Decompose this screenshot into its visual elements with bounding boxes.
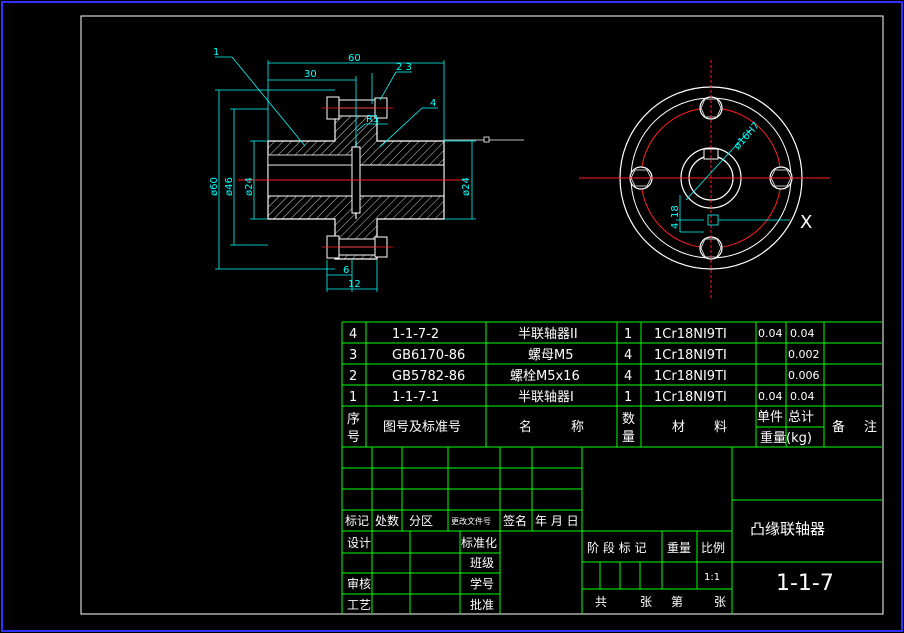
row3-name: 螺母M5 (528, 348, 574, 363)
tb-standard: 标准化 (461, 536, 497, 550)
dim-60-dia-label: ø60 (209, 177, 220, 196)
parts-rows: 4 1-1-7-2 半联轴器II 1 1Cr18NI9TI 0.04 0.04 … (349, 327, 820, 405)
tb-scale-value: 1:1 (704, 572, 720, 583)
cad-drawing-canvas: 1 60 30 2 3 R1 4 ø46 ø60 ø24 ø24 6 12 ø1… (1, 1, 903, 632)
dim-24-left-label: ø24 (244, 177, 255, 196)
section-x-label: X (800, 212, 812, 233)
tb-sheet-no: 第 (671, 595, 683, 609)
header-total: 总计 (788, 410, 814, 425)
row1-qty: 1 (624, 390, 632, 405)
tb-count: 处数 (375, 513, 399, 528)
tb-sheet-unit: 张 (714, 595, 726, 609)
row4-code: 1-1-7-2 (392, 327, 439, 342)
dim-60-label: 60 (348, 53, 361, 64)
header-name-1: 名 (519, 419, 532, 435)
row4-total: 0.04 (790, 327, 815, 340)
drawing-title: 凸缘联轴器 (750, 520, 825, 538)
row3-total: 0.002 (788, 348, 820, 361)
tb-stage-mark: 阶 段 标 记 (587, 540, 646, 555)
tb-sheets-total: 共 (595, 595, 607, 609)
header-mat-1: 材 (672, 420, 685, 435)
tb-change-doc: 更改文件号 (451, 516, 491, 526)
header-weight: 重量(kg) (760, 430, 812, 446)
header-name-2: 称 (571, 420, 584, 435)
tb-weight: 重量 (667, 541, 691, 555)
tb-sheets-unit: 张 (640, 595, 652, 609)
key-18-label: 18 (670, 205, 681, 218)
header-qty-1: 数 (622, 412, 635, 427)
row4-material: 1Cr18NI9TI (654, 327, 727, 342)
row4-no: 4 (349, 327, 357, 342)
tb-sign: 签名 (503, 513, 527, 528)
row2-code: GB5782-86 (392, 369, 465, 384)
key-4-label: 4 (670, 223, 681, 229)
dim-46-label: ø46 (224, 177, 235, 196)
dim-30-label: 30 (304, 69, 317, 80)
tb-student-no: 学号 (470, 576, 494, 591)
leader-1-label: 1 (213, 47, 219, 58)
dim-6-label: 6 (343, 265, 349, 276)
row2-material: 1Cr18NI9TI (654, 369, 727, 384)
row1-total: 0.04 (790, 390, 815, 403)
row3-qty: 4 (624, 348, 632, 363)
title-block: 标记 处数 分区 更改文件号 签名 年 月 日 设计 标准化 班级 审核 学号 … (342, 447, 882, 614)
tb-scale: 比例 (701, 541, 725, 555)
header-mat-2: 料 (714, 420, 727, 435)
row1-unit: 0.04 (758, 390, 783, 403)
row4-name: 半联轴器II (518, 327, 578, 342)
row1-no: 1 (349, 390, 357, 405)
row3-no: 3 (349, 348, 357, 363)
tb-mark: 标记 (345, 514, 369, 528)
row4-unit: 0.04 (758, 327, 783, 340)
row1-material: 1Cr18NI9TI (654, 390, 727, 405)
parts-header: 序 号 图号及标准号 名 称 数 量 材 料 单件 总计 重量(kg) 备 注 (347, 410, 877, 446)
tb-process: 工艺 (347, 598, 371, 612)
tb-approve: 批准 (470, 597, 494, 612)
header-unit: 单件 (757, 410, 783, 425)
row4-qty: 1 (624, 327, 632, 342)
bore-16h7-label: ø16H7 (732, 120, 762, 152)
row2-qty: 4 (624, 369, 632, 384)
row2-total: 0.006 (788, 369, 820, 382)
header-remark-1: 备 (832, 419, 845, 435)
tb-zone: 分区 (409, 514, 433, 528)
leader-23-label: 2 3 (396, 62, 412, 73)
end-view: ø16H7 18 4 X (579, 60, 830, 300)
row1-name: 半联轴器I (518, 390, 574, 405)
row2-no: 2 (349, 369, 357, 384)
radius-r1-label: R1 (366, 114, 379, 125)
tb-date: 年 月 日 (535, 514, 579, 528)
leader-4-label: 4 (430, 98, 436, 109)
row1-code: 1-1-7-1 (392, 390, 439, 405)
row3-material: 1Cr18NI9TI (654, 348, 727, 363)
tb-design: 设计 (347, 536, 371, 550)
section-view: 1 60 30 2 3 R1 4 ø46 ø60 ø24 ø24 6 12 (209, 47, 524, 292)
header-qty-2: 量 (622, 430, 635, 445)
row3-code: GB6170-86 (392, 348, 465, 363)
header-no-1: 序 (347, 412, 360, 427)
header-code: 图号及标准号 (383, 420, 461, 435)
header-no-2: 号 (347, 430, 360, 445)
tb-class: 班级 (470, 556, 494, 570)
dim-24-right-label: ø24 (461, 177, 472, 196)
dim-12-label: 12 (348, 279, 361, 290)
tb-review: 审核 (347, 576, 371, 591)
header-remark-2: 注 (864, 420, 877, 435)
drawing-number: 1-1-7 (776, 571, 834, 596)
row2-name: 螺栓M5x16 (510, 369, 580, 384)
